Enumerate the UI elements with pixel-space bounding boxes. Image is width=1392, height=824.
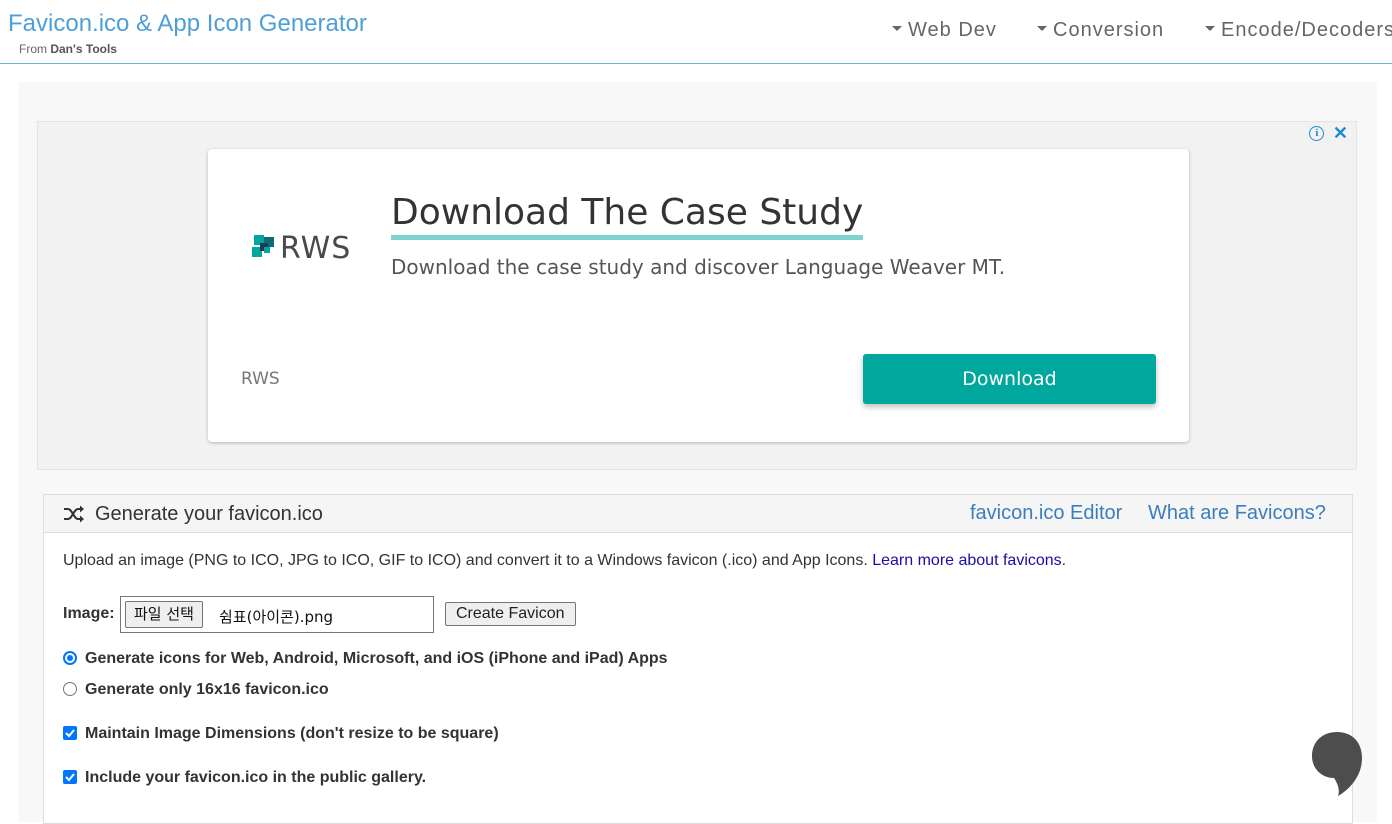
panel-title: Generate your favicon.ico: [95, 503, 323, 525]
option-label: Maintain Image Dimensions (don't resize …: [85, 725, 499, 742]
option-label: Generate icons for Web, Android, Microso…: [85, 650, 668, 667]
ad-download-button[interactable]: Download: [863, 354, 1156, 404]
intro-text: Upload an image (PNG to ICO, JPG to ICO,…: [63, 552, 1066, 570]
intro-end: .: [1061, 552, 1067, 569]
nav-conversion[interactable]: Conversion: [1037, 19, 1164, 42]
nav-encode-decoders[interactable]: Encode/Decoders: [1205, 19, 1392, 42]
shuffle-icon: [64, 505, 84, 523]
site-header: Favicon.ico & App Icon Generator From Da…: [0, 0, 1392, 64]
caret-down-icon: [1037, 26, 1047, 32]
rws-logo-icon: [252, 235, 274, 257]
what-are-favicons-link[interactable]: What are Favicons?: [1148, 502, 1326, 525]
image-label: Image:: [63, 605, 115, 622]
selected-file-name: 쉼표(아이콘).png: [219, 608, 334, 626]
checkbox-checked[interactable]: [63, 726, 77, 740]
generator-panel: Generate your favicon.ico favicon.ico Ed…: [43, 494, 1353, 824]
radio-button[interactable]: [63, 682, 77, 696]
caret-down-icon: [1205, 26, 1215, 32]
option-label: Include your favicon.ico in the public g…: [85, 769, 427, 786]
checkmark-icon: [65, 773, 75, 782]
nav-label: Conversion: [1053, 19, 1165, 41]
advertisement: i ✕ RWS Download The Case Study Download…: [37, 121, 1357, 470]
panel-header: Generate your favicon.ico favicon.ico Ed…: [44, 495, 1352, 533]
radio-button-checked[interactable]: [63, 651, 77, 665]
intro-body: Upload an image (PNG to ICO, JPG to ICO,…: [63, 552, 873, 569]
info-icon[interactable]: i: [1309, 125, 1325, 141]
ad-advertiser-name: RWS: [241, 369, 280, 389]
caret-down-icon: [892, 26, 902, 32]
file-input[interactable]: 파일 선택 쉼표(아이콘).png: [120, 596, 434, 633]
ad-description: Download the case study and discover Lan…: [391, 255, 1006, 279]
nav-web-dev[interactable]: Web Dev: [892, 19, 997, 42]
logo-text: RWS: [280, 231, 352, 266]
option-label: Generate only 16x16 favicon.ico: [85, 681, 329, 698]
main-nav: Web Dev Conversion Encode/Decoders: [0, 19, 1392, 45]
ad-headline[interactable]: Download The Case Study: [391, 191, 864, 240]
nav-label: Web Dev: [908, 19, 997, 41]
chat-bubble-icon[interactable]: [1310, 730, 1364, 798]
checkbox-checked[interactable]: [63, 770, 77, 784]
nav-label: Encode/Decoders: [1221, 19, 1392, 41]
close-icon[interactable]: ✕: [1333, 124, 1348, 142]
choose-file-button[interactable]: 파일 선택: [125, 601, 203, 628]
learn-more-link[interactable]: Learn more about favicons: [872, 552, 1061, 569]
ad-card[interactable]: RWS Download The Case Study Download the…: [208, 149, 1189, 442]
ad-controls: i ✕: [1309, 124, 1348, 142]
favicon-editor-link[interactable]: favicon.ico Editor: [970, 502, 1122, 525]
create-favicon-button[interactable]: Create Favicon: [445, 602, 576, 626]
checkmark-icon: [65, 729, 75, 738]
